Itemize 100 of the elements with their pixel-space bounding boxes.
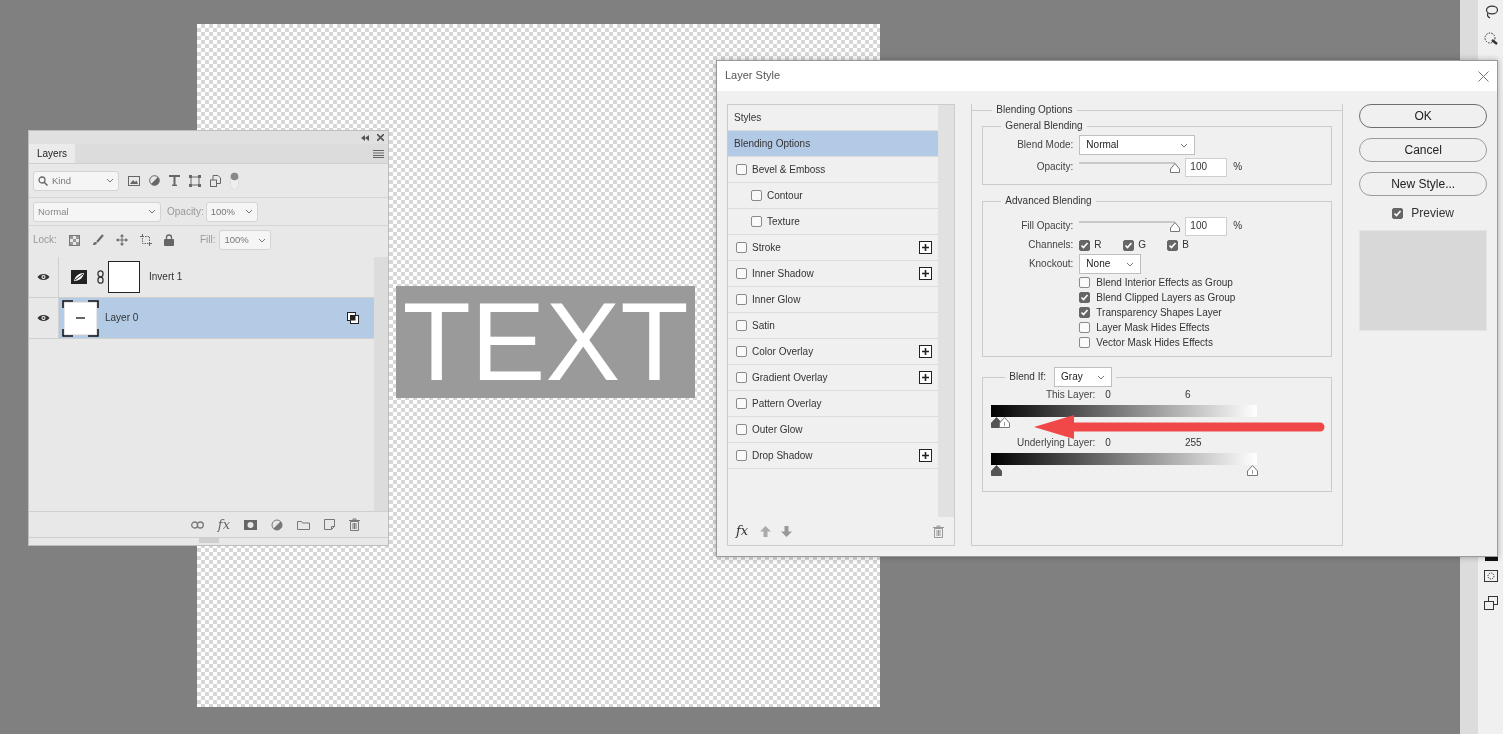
- slider-thumb[interactable]: [1170, 163, 1181, 173]
- transform-icon[interactable]: [189, 174, 201, 187]
- adjustment-icon[interactable]: [271, 518, 283, 531]
- style-list-item[interactable]: Satin: [728, 313, 939, 339]
- eye-icon[interactable]: [37, 273, 50, 281]
- field-label: Opacity:: [1035, 161, 1074, 173]
- opacity-field[interactable]: 100%: [205, 201, 258, 222]
- checkbox[interactable]: [736, 346, 747, 357]
- add-icon[interactable]: [919, 449, 933, 462]
- blend-mode-dropdown[interactable]: Normal: [33, 201, 161, 222]
- folder-icon[interactable]: [297, 519, 310, 530]
- checkbox[interactable]: [736, 450, 747, 461]
- resize-grip-icon[interactable]: [198, 538, 219, 543]
- image-icon[interactable]: [128, 175, 140, 186]
- checkbox[interactable]: [736, 268, 747, 279]
- menu-icon[interactable]: [373, 149, 384, 158]
- fill-field[interactable]: 100%: [219, 230, 272, 250]
- panel-tab[interactable]: Layers: [29, 144, 75, 163]
- style-list-item[interactable]: Contour: [728, 183, 939, 209]
- checker-icon[interactable]: [68, 234, 80, 246]
- checkbox[interactable]: [736, 294, 747, 305]
- checkbox[interactable]: [736, 398, 747, 409]
- checkbox[interactable]: [1079, 337, 1091, 348]
- dialog-button[interactable]: OK: [1359, 104, 1487, 128]
- style-list-item[interactable]: Bevel & Emboss: [728, 157, 939, 183]
- brush-icon[interactable]: [91, 234, 104, 246]
- link-icon[interactable]: [97, 270, 104, 284]
- lock-icon[interactable]: [163, 234, 174, 246]
- add-icon[interactable]: [919, 267, 933, 280]
- checkbox[interactable]: [1079, 307, 1091, 318]
- group-title: Advanced Blending: [1004, 195, 1093, 207]
- light-slider-thumb[interactable]: [1247, 465, 1259, 476]
- checkbox-label: R: [1094, 239, 1102, 251]
- mask-thumbnail[interactable]: [108, 261, 140, 293]
- style-list-item[interactable]: Pattern Overlay: [728, 391, 939, 417]
- style-list-item[interactable]: Inner Glow: [728, 287, 939, 313]
- style-list-item[interactable]: Gradient Overlay: [728, 365, 939, 391]
- checkbox-label: Transparency Shapes Layer: [1096, 306, 1222, 319]
- style-list-item[interactable]: Outer Glow: [728, 417, 939, 443]
- checkbox-label: B: [1182, 239, 1190, 251]
- checkbox[interactable]: [736, 242, 747, 253]
- add-icon[interactable]: [919, 371, 933, 384]
- style-list-item[interactable]: Drop Shadow: [728, 443, 939, 469]
- checkbox[interactable]: [736, 164, 747, 175]
- number-field[interactable]: 100: [1185, 157, 1228, 177]
- style-list-item[interactable]: Color Overlay: [728, 339, 939, 365]
- filter-dropdown[interactable]: Kind: [33, 170, 119, 191]
- search-icon: [38, 175, 48, 186]
- dialog-button[interactable]: Cancel: [1359, 138, 1487, 162]
- new-layer-icon[interactable]: [324, 519, 335, 530]
- add-icon[interactable]: [919, 241, 933, 254]
- unit-label: %: [1233, 220, 1243, 232]
- dropdown[interactable]: Gray: [1054, 367, 1113, 387]
- quick-mask-icon[interactable]: [1483, 570, 1498, 582]
- crop-icon[interactable]: [139, 234, 152, 246]
- quick-selection-icon[interactable]: [1483, 31, 1498, 45]
- checkbox[interactable]: [751, 190, 762, 201]
- down-arrow-icon[interactable]: [781, 525, 793, 537]
- checkbox[interactable]: [1079, 322, 1091, 333]
- layer-thumbnail[interactable]: [62, 299, 99, 337]
- scrollbar[interactable]: [938, 105, 955, 517]
- checkbox[interactable]: [751, 216, 762, 227]
- toggle-switch[interactable]: [230, 171, 239, 190]
- trash-icon[interactable]: [933, 524, 945, 538]
- move-icon[interactable]: [115, 234, 128, 246]
- checkbox[interactable]: [736, 424, 747, 435]
- type-icon[interactable]: [169, 175, 180, 186]
- close-icon[interactable]: [1478, 70, 1489, 82]
- close-icon[interactable]: [377, 134, 384, 141]
- checkbox[interactable]: [1079, 239, 1091, 251]
- checkbox[interactable]: [1123, 239, 1135, 251]
- checkbox[interactable]: [1392, 207, 1404, 219]
- dropdown[interactable]: None: [1079, 254, 1142, 274]
- layer-row[interactable]: Layer 0: [29, 298, 374, 339]
- adjustment-icon[interactable]: [149, 175, 160, 186]
- checkbox[interactable]: [736, 372, 747, 383]
- light-slider-thumb[interactable]: [999, 417, 1011, 428]
- style-list-item[interactable]: Texture: [728, 209, 939, 235]
- fx-button[interactable]: fx: [217, 516, 230, 533]
- slider-thumb[interactable]: [1170, 222, 1181, 232]
- checkbox[interactable]: [1079, 292, 1091, 303]
- checkbox[interactable]: [736, 320, 747, 331]
- number-field[interactable]: 100: [1185, 216, 1228, 236]
- lasso-icon[interactable]: [1483, 5, 1498, 19]
- style-list-item[interactable]: Stroke: [728, 235, 939, 261]
- dialog-button[interactable]: New Style...: [1359, 172, 1487, 196]
- checkbox[interactable]: [1079, 277, 1091, 288]
- checkbox[interactable]: [1167, 239, 1179, 251]
- fx-button[interactable]: fx: [736, 523, 749, 539]
- add-icon[interactable]: [919, 345, 933, 358]
- collapse-icon[interactable]: [361, 134, 369, 141]
- style-list-item[interactable]: Blending Options: [728, 131, 939, 157]
- dropdown[interactable]: Normal: [1079, 135, 1196, 155]
- mask-icon[interactable]: [244, 519, 257, 530]
- screen-mode-icon[interactable]: [1483, 596, 1498, 610]
- eye-icon[interactable]: [37, 314, 50, 322]
- style-list-item[interactable]: Inner Shadow: [728, 261, 939, 287]
- trash-icon[interactable]: [349, 518, 360, 531]
- scrollbar[interactable]: [374, 257, 388, 511]
- smart-object-icon[interactable]: [210, 174, 221, 187]
